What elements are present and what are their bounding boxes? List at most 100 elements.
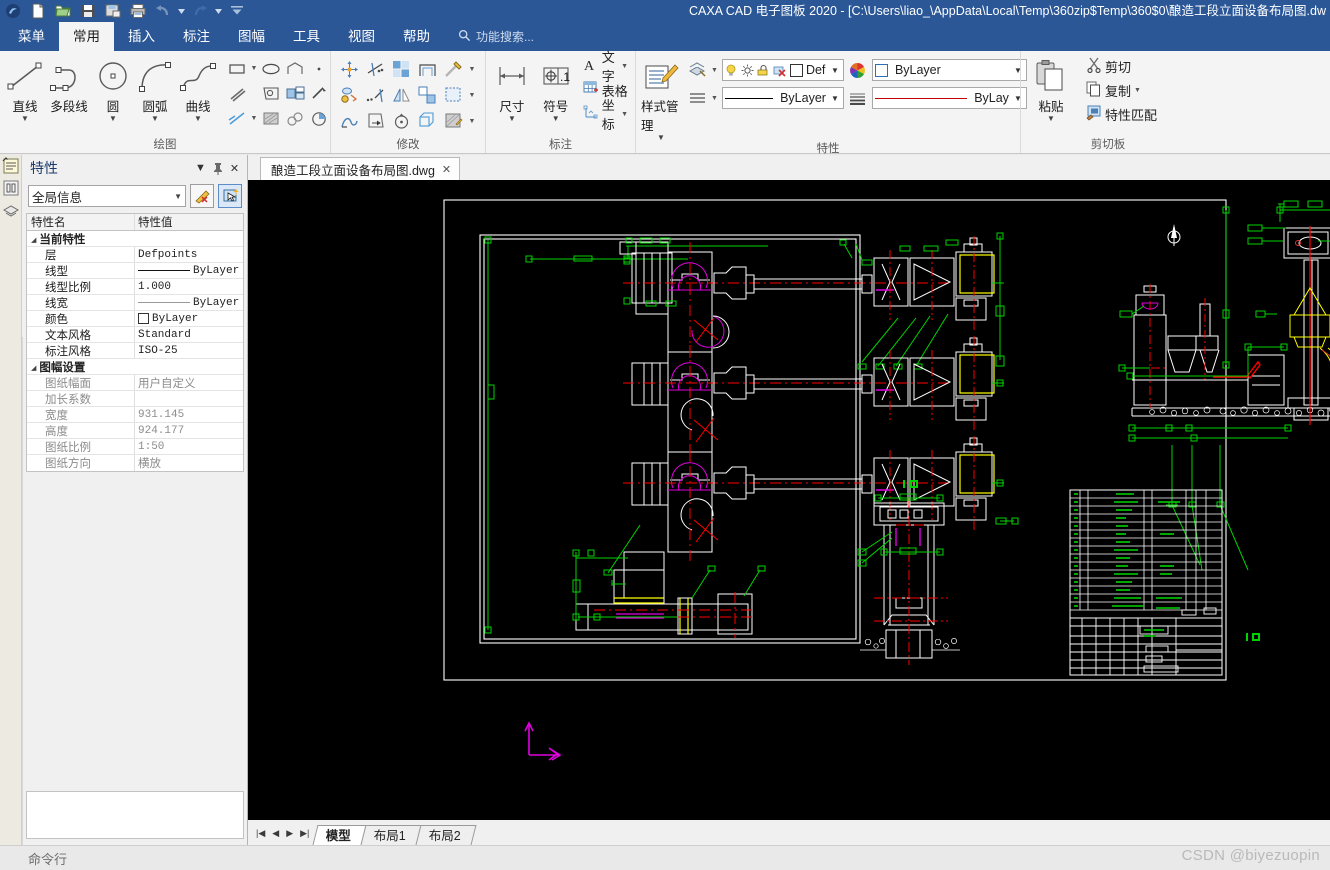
properties-group-current[interactable]: ◢ 当前特性: [27, 231, 243, 247]
dimension-button[interactable]: 尺寸 ▼: [491, 54, 533, 123]
ribbon-tab-tools[interactable]: 工具: [279, 22, 334, 51]
copy-button[interactable]: 复制 ▼: [1084, 78, 1159, 102]
panel-close-button[interactable]: ✕: [226, 160, 243, 177]
pick-object-button[interactable]: [218, 184, 242, 208]
rectangle-icon[interactable]: [227, 59, 247, 79]
ribbon-tab-view[interactable]: 视图: [334, 22, 389, 51]
image-icon[interactable]: [261, 84, 281, 104]
cad-canvas[interactable]: [248, 180, 1330, 820]
draw-spline-button[interactable]: 曲线 ▼: [177, 54, 219, 123]
property-row-dim-style[interactable]: 标注风格 ISO-25: [27, 343, 243, 359]
command-bar[interactable]: 命令行: [0, 845, 1330, 870]
mirror-icon[interactable]: [391, 85, 411, 105]
ribbon-tab-annotation[interactable]: 标注: [169, 22, 224, 51]
dimension-dropdown-icon[interactable]: ▼: [508, 115, 516, 123]
document-tab[interactable]: 酿造工段立面设备布局图.dwg ✕: [260, 157, 461, 180]
ribbon-tab-home[interactable]: 常用: [59, 22, 114, 51]
extend-icon[interactable]: [365, 85, 385, 105]
array-icon[interactable]: [391, 59, 411, 79]
properties-group-sheet[interactable]: ◢ 图幅设置: [27, 359, 243, 375]
style-manager-dropdown-icon[interactable]: ▼: [657, 134, 665, 142]
text-button[interactable]: A 文字 ▼: [581, 50, 630, 84]
property-row-sheet-scale[interactable]: 图纸比例 1:50: [27, 439, 243, 455]
rotate-icon[interactable]: [391, 111, 411, 131]
property-row-layer[interactable]: 层 Defpoints: [27, 247, 243, 263]
symbol-dropdown-icon[interactable]: ▼: [552, 115, 560, 123]
draw-circle-button[interactable]: 圆 ▼: [93, 54, 133, 123]
layer-tools-dropdown-icon[interactable]: ▼: [711, 67, 718, 74]
layout-tab-layout1[interactable]: 布局1: [360, 825, 422, 845]
paste-button[interactable]: 粘贴 ▼: [1026, 54, 1076, 123]
trim-icon[interactable]: [365, 59, 385, 79]
first-layout-button[interactable]: |◀: [256, 828, 265, 839]
move-icon[interactable]: [339, 59, 359, 79]
ribbon-tab-help[interactable]: 帮助: [389, 22, 444, 51]
text-dropdown-icon[interactable]: ▼: [621, 63, 628, 70]
ribbon-tab-insert[interactable]: 插入: [114, 22, 169, 51]
layout-tab-layout2[interactable]: 布局2: [415, 825, 477, 845]
polygon-icon[interactable]: [285, 59, 305, 79]
panel-menu-button[interactable]: ▼: [192, 160, 209, 177]
linetype-combo-chevron-down-icon[interactable]: ▼: [829, 94, 841, 103]
ellipse-icon[interactable]: [261, 59, 281, 79]
symbol-button[interactable]: .1 符号 ▼: [535, 54, 577, 123]
color-swatch-icon[interactable]: [789, 63, 803, 77]
chamfer-dropdown-icon[interactable]: ▼: [469, 66, 476, 73]
draw-arc-dropdown-icon[interactable]: ▼: [151, 115, 159, 123]
property-row-linetype-scale[interactable]: 线型比例 1.000: [27, 279, 243, 295]
layer-dock-icon[interactable]: [0, 199, 22, 221]
collapse-triangle-icon[interactable]: ◢: [31, 236, 36, 244]
draw-line-dropdown-icon[interactable]: ▼: [21, 115, 29, 123]
lightbulb-icon[interactable]: [725, 64, 738, 77]
property-row-orientation[interactable]: 图纸方向 横放: [27, 455, 243, 471]
rectangle-dropdown-icon[interactable]: ▼: [251, 65, 258, 72]
layer-combo[interactable]: Def ▼: [721, 59, 844, 81]
property-row-color[interactable]: 颜色 ByLayer: [27, 311, 243, 327]
last-layout-button[interactable]: ▶|: [300, 828, 309, 839]
cut-button[interactable]: 剪切: [1084, 54, 1159, 78]
linetype-combo[interactable]: ByLayer ▼: [721, 87, 844, 109]
freeze-icon[interactable]: [757, 64, 770, 77]
equation-curve-icon[interactable]: [285, 109, 305, 129]
edit-hatch-icon[interactable]: [443, 111, 463, 131]
break-icon[interactable]: [417, 85, 437, 105]
property-row-text-style[interactable]: 文本风格 Standard: [27, 327, 243, 343]
lineweight-combo[interactable]: ByLay ▼: [871, 87, 1027, 109]
quick-select-button[interactable]: [190, 184, 214, 208]
draw-polyline-button[interactable]: 多段线: [47, 54, 91, 115]
close-icon[interactable]: ✕: [442, 163, 451, 176]
prev-layout-button[interactable]: ◀: [272, 828, 279, 839]
construction-line-icon[interactable]: [227, 109, 247, 129]
property-row-linetype[interactable]: 线型 ByLayer: [27, 263, 243, 279]
explode-icon[interactable]: [417, 111, 437, 131]
next-layout-button[interactable]: ▶: [286, 828, 293, 839]
draw-line-button[interactable]: 直线 ▼: [5, 54, 45, 123]
ribbon-search[interactable]: 功能搜索...: [458, 22, 534, 51]
property-row-extension-factor[interactable]: 加长系数: [27, 391, 243, 407]
sun-icon[interactable]: [741, 64, 754, 77]
layer-combo-chevron-down-icon[interactable]: ▼: [829, 66, 841, 75]
properties-scope-combo[interactable]: 全局信息 ▼: [28, 185, 186, 207]
hatch-icon[interactable]: [261, 109, 281, 129]
construction-dropdown-icon[interactable]: ▼: [251, 115, 258, 122]
collapse-triangle-icon[interactable]: ◢: [31, 364, 36, 372]
panel-pin-button[interactable]: [209, 160, 226, 177]
chamfer-icon[interactable]: [443, 59, 463, 79]
match-properties-button[interactable]: 特性匹配: [1084, 102, 1159, 126]
scale-icon[interactable]: [443, 85, 463, 105]
property-row-height[interactable]: 高度 924.177: [27, 423, 243, 439]
ribbon-tab-sheet[interactable]: 图幅: [224, 22, 279, 51]
ribbon-tab-menu[interactable]: 菜单: [4, 22, 59, 51]
lock-plot-icon[interactable]: [773, 64, 787, 77]
layout-tab-model[interactable]: 模型: [312, 825, 367, 845]
properties-dock-icon[interactable]: [0, 155, 22, 177]
copy-move-icon[interactable]: [339, 85, 359, 105]
draw-circle-dropdown-icon[interactable]: ▼: [109, 115, 117, 123]
rotate-trim-icon[interactable]: [365, 111, 385, 131]
linetype-tools-dropdown-icon[interactable]: ▼: [711, 95, 718, 102]
style-manager-button[interactable]: 样式管理 ▼: [641, 54, 681, 142]
scale-dropdown-icon[interactable]: ▼: [469, 92, 476, 99]
point-icon[interactable]: [309, 59, 329, 79]
centerline-icon[interactable]: [227, 84, 247, 104]
draw-arc-button[interactable]: 圆弧 ▼: [135, 54, 175, 123]
